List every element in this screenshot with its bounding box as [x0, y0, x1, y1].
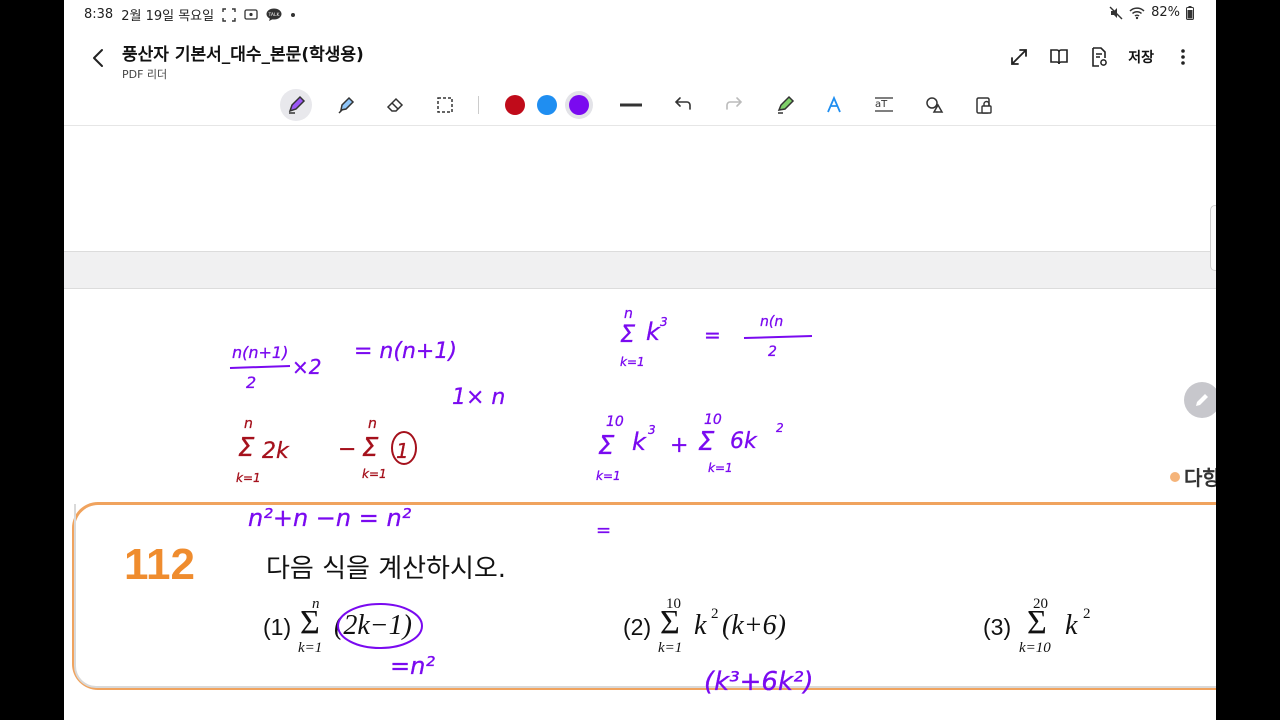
title-bar: 풍산자 기본서_대수_본문(학생용) PDF 리더 저장 — [64, 30, 1216, 84]
problem-instruction: 다음 식을 계산하시오. — [266, 554, 507, 584]
document-subtitle: PDF 리더 — [122, 68, 168, 81]
redo-button[interactable] — [718, 89, 750, 121]
color-swatch-red[interactable] — [505, 95, 525, 115]
kakaotalk-icon: TALK — [266, 8, 282, 22]
save-button[interactable]: 저장 — [1128, 47, 1154, 67]
text-style-icon — [827, 95, 841, 113]
color-swatch-blue[interactable] — [537, 95, 557, 115]
line-thickness-icon — [620, 103, 642, 107]
lock-icon — [976, 97, 992, 114]
eraser-tool[interactable] — [379, 89, 411, 121]
pen-toolbar: aT — [64, 84, 1216, 126]
part-3-body: k — [1065, 610, 1078, 641]
lasso-select-icon — [437, 97, 453, 113]
text-style-tool[interactable] — [818, 89, 850, 121]
section-dot — [1170, 471, 1180, 482]
part-3-sigma: Σ — [1027, 604, 1047, 641]
chevron-left-icon — [93, 49, 103, 67]
battery-icon — [1186, 5, 1194, 20]
part-2-power: 2 — [711, 606, 719, 622]
toolbar-divider — [478, 96, 479, 114]
part-3-power: 2 — [1083, 606, 1091, 622]
mute-icon — [1109, 6, 1123, 20]
expand-button[interactable] — [1008, 44, 1030, 70]
part-2-sigma: Σ — [660, 604, 680, 641]
status-time: 8:38 — [84, 7, 114, 22]
scrollbar-handle[interactable] — [1210, 205, 1216, 271]
dot-icon — [290, 12, 296, 18]
lock-tool[interactable] — [968, 89, 1000, 121]
part-3-label: (3) — [983, 614, 1012, 640]
page-separator — [64, 251, 1216, 289]
part-2-body: k — [694, 610, 707, 641]
part-1-sigma: Σ — [300, 604, 320, 641]
problem-number: 112 — [124, 540, 195, 589]
status-date: 2월 19일 목요일 — [121, 9, 215, 24]
highlighter-tool[interactable] — [330, 89, 362, 121]
part-2-sum-lower: k=1 — [658, 640, 683, 656]
battery-percent: 82% — [1151, 5, 1180, 20]
highlighter-icon — [338, 96, 355, 114]
pencil-icon — [1196, 394, 1208, 406]
section-label: 다항 — [1184, 466, 1216, 490]
document-settings-button[interactable] — [1088, 44, 1110, 70]
part-1-label: (1) — [263, 614, 292, 640]
status-bar: 8:38 2월 19일 목요일 TALK 82% — [64, 0, 1216, 26]
text-recognize-icon: aT — [875, 97, 893, 112]
part-2-label: (2) — [623, 614, 652, 640]
shapes-tool[interactable] — [918, 89, 950, 121]
marker-tool[interactable] — [769, 89, 801, 121]
book-view-button[interactable] — [1048, 44, 1070, 70]
pdf-page-previous — [64, 127, 1216, 251]
more-button[interactable] — [1172, 44, 1194, 70]
section-tag: 다항 — [1170, 462, 1216, 491]
undo-icon — [674, 97, 691, 110]
document-settings-icon — [1092, 47, 1108, 67]
shapes-icon — [926, 97, 944, 113]
undo-button[interactable] — [667, 89, 699, 121]
svg-text:TALK: TALK — [268, 12, 281, 18]
part-2-tail: (k+6) — [722, 610, 786, 641]
back-button[interactable] — [86, 44, 110, 72]
expand-icon — [1011, 49, 1028, 65]
part-1-body: (2k−1) — [334, 610, 412, 641]
wifi-icon — [1129, 6, 1145, 20]
part-1-sum-lower: k=1 — [298, 640, 323, 656]
svg-text:aT: aT — [875, 99, 888, 110]
pen-tool[interactable] — [280, 89, 312, 121]
more-icon — [1181, 49, 1185, 65]
eraser-icon — [386, 97, 404, 112]
book-view-icon — [1050, 49, 1069, 65]
line-thickness-tool[interactable] — [615, 89, 647, 121]
pen-icon — [288, 95, 306, 114]
color-swatch-purple[interactable] — [569, 95, 589, 115]
text-recognize-tool[interactable]: aT — [868, 89, 900, 121]
lasso-select-tool[interactable] — [429, 89, 461, 121]
cast-icon — [244, 8, 258, 22]
document-title: 풍산자 기본서_대수_본문(학생용) — [122, 45, 364, 65]
edit-floating-button[interactable] — [1184, 382, 1216, 418]
screenshot-icon — [222, 7, 236, 22]
tablet-screen: 8:38 2월 19일 목요일 TALK 82% 풍산자 기본서_대수_본문(학… — [64, 0, 1216, 720]
redo-icon — [726, 97, 743, 110]
marker-icon — [777, 95, 795, 114]
part-3-sum-lower: k=10 — [1019, 640, 1051, 656]
